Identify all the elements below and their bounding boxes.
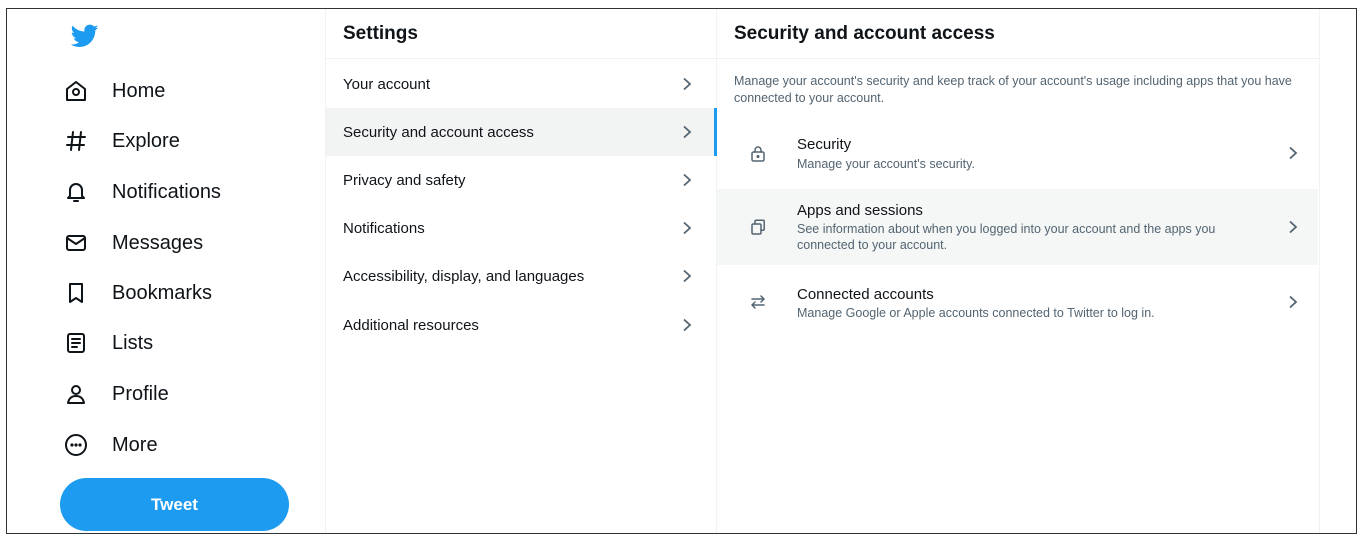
detail-item-subtitle: See information about when you logged in… (797, 222, 1216, 252)
left-navigation: Home Explore Notifications Messages Book (7, 9, 325, 533)
settings-item-privacy-and-safety[interactable]: Privacy and safety (326, 156, 716, 204)
bookmark-icon (63, 280, 89, 306)
detail-item-apps-and-sessions[interactable]: Apps and sessions See information about … (717, 189, 1318, 265)
settings-item-additional-resources[interactable]: Additional resources (326, 301, 716, 349)
nav-label-more: More (112, 433, 158, 456)
nav-item-home[interactable]: Home (63, 71, 165, 111)
nav-item-notifications[interactable]: Notifications (63, 172, 221, 212)
detail-column: Security and account access Manage your … (717, 9, 1320, 533)
settings-item-security-and-account-access[interactable]: Security and account access (326, 108, 717, 156)
nav-item-messages[interactable]: Messages (63, 223, 203, 263)
hashtag-icon (63, 128, 89, 154)
settings-item-your-account[interactable]: Your account (326, 60, 716, 108)
nav-label-lists: Lists (112, 331, 154, 354)
detail-item-title: Connected accounts (797, 286, 934, 303)
settings-item-label: Accessibility, display, and languages (343, 267, 585, 285)
nav-item-bookmarks[interactable]: Bookmarks (63, 273, 212, 313)
detail-item-title: Security (797, 136, 852, 153)
tweet-button[interactable]: Tweet (60, 478, 289, 531)
settings-title: Settings (326, 9, 716, 59)
twitter-logo-icon[interactable] (68, 22, 102, 50)
chevron-right-icon (680, 173, 694, 187)
detail-item-title: Apps and sessions (797, 202, 923, 219)
chevron-right-icon (1286, 295, 1300, 309)
chevron-right-icon (680, 77, 694, 91)
arrows-swap-icon (749, 293, 767, 311)
nav-label-messages: Messages (112, 231, 204, 254)
settings-item-label: Privacy and safety (343, 171, 466, 189)
detail-item-subtitle: Manage Google or Apple accounts connecte… (797, 306, 1155, 320)
chevron-right-icon (680, 269, 694, 283)
detail-title: Security and account access (717, 9, 1319, 59)
settings-column: Settings Your account Security and accou… (325, 9, 717, 533)
settings-item-label: Additional resources (343, 316, 479, 334)
copy-icon (749, 218, 767, 236)
nav-item-profile[interactable]: Profile (63, 374, 169, 414)
list-icon (63, 330, 89, 356)
lock-icon (749, 145, 767, 163)
settings-item-label: Notifications (343, 219, 425, 237)
nav-label-home: Home (112, 79, 166, 102)
settings-item-label: Your account (343, 75, 431, 93)
chevron-right-icon (680, 125, 694, 139)
more-icon (63, 432, 89, 458)
detail-item-security[interactable]: Security Manage your account's security. (717, 120, 1318, 186)
chevron-right-icon (1286, 220, 1300, 234)
home-icon (63, 78, 89, 104)
app-window: Home Explore Notifications Messages Book (6, 8, 1357, 534)
detail-description: Manage your account's security and keep … (734, 74, 1292, 105)
envelope-icon (63, 230, 89, 256)
nav-item-more[interactable]: More (63, 425, 158, 465)
bell-icon (63, 179, 89, 205)
nav-item-lists[interactable]: Lists (63, 323, 153, 363)
nav-label-notifications: Notifications (112, 180, 221, 203)
chevron-right-icon (680, 221, 694, 235)
person-icon (63, 381, 89, 407)
detail-item-connected-accounts[interactable]: Connected accounts Manage Google or Appl… (717, 271, 1318, 333)
nav-label-profile: Profile (112, 382, 169, 405)
detail-item-subtitle: Manage your account's security. (797, 157, 975, 171)
nav-item-explore[interactable]: Explore (63, 121, 180, 161)
settings-item-notifications[interactable]: Notifications (326, 204, 716, 252)
chevron-right-icon (1286, 146, 1300, 160)
settings-item-accessibility[interactable]: Accessibility, display, and languages (326, 252, 716, 300)
settings-item-label: Security and account access (343, 123, 534, 141)
chevron-right-icon (680, 318, 694, 332)
nav-label-explore: Explore (112, 129, 180, 152)
nav-label-bookmarks: Bookmarks (112, 281, 213, 304)
